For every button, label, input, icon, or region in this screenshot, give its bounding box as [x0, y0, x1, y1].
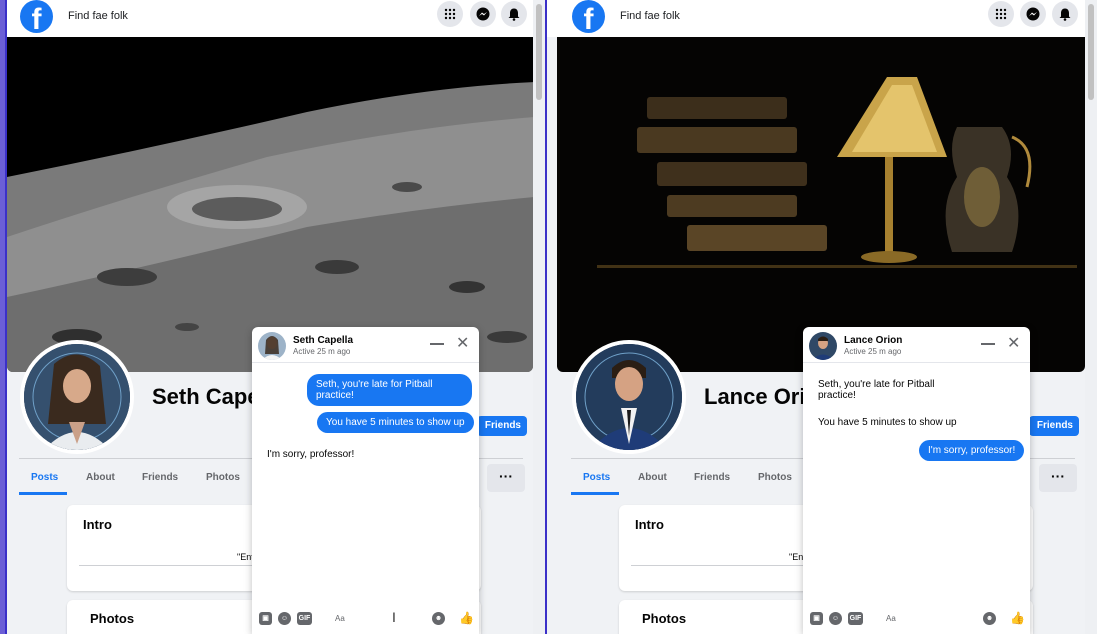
top-navigation-bar: f Find fae folk: [7, 0, 533, 37]
photos-title: Photos: [642, 611, 687, 626]
chat-composer: ▣ ☺ GIF Aa ☻ 👍: [803, 604, 1030, 634]
minimize-icon[interactable]: [430, 343, 444, 345]
bell-icon[interactable]: [501, 1, 527, 27]
intro-title: Intro: [635, 517, 664, 532]
tab-friends[interactable]: Friends: [694, 472, 730, 483]
more-options-button[interactable]: ···: [487, 464, 525, 492]
like-icon[interactable]: 👍: [1010, 612, 1025, 625]
chat-message: You have 5 minutes to show up: [818, 417, 957, 428]
facebook-logo-icon[interactable]: f: [20, 0, 53, 33]
text-cursor-icon: I: [392, 609, 396, 625]
tab-posts[interactable]: Posts: [31, 472, 58, 483]
like-icon[interactable]: 👍: [459, 612, 474, 625]
messenger-icon[interactable]: [1020, 1, 1046, 27]
sticker-icon[interactable]: ☺: [829, 612, 842, 625]
bell-icon[interactable]: [1052, 1, 1078, 27]
right-scrollbar[interactable]: [1085, 0, 1097, 634]
more-options-button[interactable]: ···: [1039, 464, 1077, 492]
chat-message: Seth, you're late for Pitball practice!: [307, 374, 472, 406]
image-icon[interactable]: ▣: [810, 612, 823, 625]
gif-icon[interactable]: GIF: [297, 612, 312, 625]
chat-message: You have 5 minutes to show up: [317, 412, 474, 433]
friends-button[interactable]: Friends: [477, 416, 527, 436]
gif-icon[interactable]: GIF: [848, 612, 863, 625]
chat-message: I'm sorry, professor!: [919, 440, 1025, 461]
tab-photos[interactable]: Photos: [758, 472, 792, 483]
tab-about[interactable]: About: [86, 472, 115, 483]
emoji-icon[interactable]: ☻: [432, 612, 445, 625]
cover-photo-moon[interactable]: [7, 37, 533, 372]
chat-message: I'm sorry, professor!: [267, 449, 355, 460]
tab-friends[interactable]: Friends: [142, 472, 178, 483]
facebook-logo-icon[interactable]: f: [572, 0, 605, 33]
cover-photo-lamp[interactable]: [557, 37, 1085, 372]
active-tab-indicator: [571, 492, 619, 495]
right-scrollbar-thumb[interactable]: [1088, 4, 1094, 100]
chat-message: Seth, you're late for Pitball practice!: [818, 379, 935, 401]
left-scrollbar[interactable]: [533, 0, 545, 634]
left-scrollbar-thumb[interactable]: [536, 4, 542, 100]
right-profile-window: f Find fae folk Lance Orion Friends Post…: [545, 0, 1085, 634]
tab-about[interactable]: About: [638, 472, 667, 483]
message-input[interactable]: Aa: [886, 614, 896, 623]
chat-avatar: [258, 332, 286, 360]
profile-avatar[interactable]: [572, 340, 686, 454]
left-profile-window: f Find fae folk Seth Capella Friends Pos…: [5, 0, 533, 634]
image-icon[interactable]: ▣: [259, 612, 272, 625]
message-input[interactable]: Aa: [335, 614, 345, 623]
chat-window: Lance Orion Active 25 m ago ✕ Seth, you'…: [803, 327, 1030, 634]
sticker-icon[interactable]: ☺: [278, 612, 291, 625]
chat-composer: ▣ ☺ GIF Aa I ☻ 👍: [252, 604, 479, 634]
chat-contact-name: Seth Capella: [293, 335, 354, 346]
chat-avatar: [809, 332, 837, 360]
tab-photos[interactable]: Photos: [206, 472, 240, 483]
profile-avatar[interactable]: [20, 340, 134, 454]
tab-posts[interactable]: Posts: [583, 472, 610, 483]
photos-title: Photos: [90, 611, 135, 626]
chat-contact-status: Active 25 m ago: [844, 347, 902, 356]
intro-title: Intro: [83, 517, 112, 532]
chat-header[interactable]: Seth Capella Active 25 m ago ✕: [252, 327, 479, 363]
top-navigation-bar: f Find fae folk: [547, 0, 1085, 37]
chat-header[interactable]: Lance Orion Active 25 m ago ✕: [803, 327, 1030, 363]
menu-grid-icon[interactable]: [988, 1, 1014, 27]
emoji-icon[interactable]: ☻: [983, 612, 996, 625]
friends-button[interactable]: Friends: [1029, 416, 1079, 436]
close-icon[interactable]: ✕: [456, 333, 469, 353]
chat-contact-status: Active 25 m ago: [293, 347, 351, 356]
minimize-icon[interactable]: [981, 343, 995, 345]
chat-window: Seth Capella Active 25 m ago ✕ Seth, you…: [252, 327, 479, 634]
close-icon[interactable]: ✕: [1007, 333, 1020, 353]
messenger-icon[interactable]: [470, 1, 496, 27]
search-input[interactable]: Find fae folk: [620, 10, 680, 22]
menu-grid-icon[interactable]: [437, 1, 463, 27]
active-tab-indicator: [19, 492, 67, 495]
chat-contact-name: Lance Orion: [844, 335, 903, 346]
search-input[interactable]: Find fae folk: [68, 10, 128, 22]
